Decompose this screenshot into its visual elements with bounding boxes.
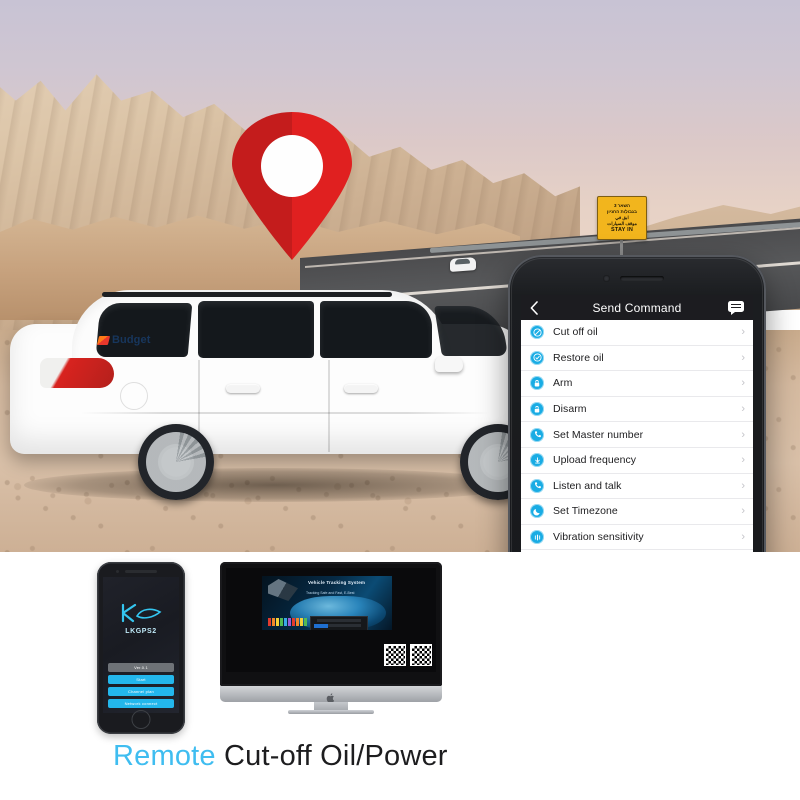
command-label: Vibration sensitivity	[553, 531, 644, 544]
sign-line-hebrew-1: השאר 3	[613, 203, 631, 208]
phone-master-icon	[530, 427, 544, 442]
page-title: Send Command	[592, 300, 682, 315]
qr-code-2	[410, 644, 432, 666]
mini-phone-button-channel-plan[interactable]: Channel plan	[108, 687, 174, 696]
oil-cutoff-icon	[530, 325, 544, 340]
tagline-rest: Cut-off Oil/Power	[215, 740, 448, 772]
mini-phone-button-version[interactable]: Ver.0.1	[108, 663, 174, 672]
sign-line-arabic-1: ابق في	[615, 215, 629, 220]
white-car: Budget	[10, 272, 536, 502]
site-subtitle: Tracking Safe and Fast, E-Best	[306, 591, 355, 595]
command-label: Disarm	[553, 403, 587, 416]
command-row-upload-frequency[interactable]: Upload frequency ›	[521, 447, 753, 474]
qr-code-1	[384, 644, 406, 666]
road-sign: השאר 3 בגבולות החניון ابق في موقف السيار…	[597, 196, 647, 240]
front-door-window	[320, 301, 432, 358]
chevron-right-icon: ›	[741, 377, 745, 390]
budget-decal-text: Budget	[112, 334, 151, 346]
chevron-right-icon: ›	[741, 454, 745, 467]
rear-wheel	[138, 424, 214, 500]
chevron-right-icon: ›	[741, 531, 745, 544]
command-row-set-master-number[interactable]: Set Master number ›	[521, 422, 753, 448]
moon-timezone-icon	[530, 504, 544, 519]
command-label: Set Master number	[553, 428, 644, 441]
roof-rail	[102, 292, 392, 297]
map-pin-marker	[232, 112, 352, 260]
chevron-right-icon: ›	[741, 428, 745, 441]
door-seam-front	[328, 360, 330, 452]
rear-door-window	[198, 301, 314, 358]
car-ground-shadow	[24, 468, 524, 502]
mini-phone-home-button[interactable]	[131, 710, 151, 729]
mini-phone-speaker	[116, 570, 157, 573]
fuel-cap	[120, 382, 148, 410]
mini-phone-brand: LKGPS2	[125, 628, 157, 635]
command-row-vibration-sensitivity[interactable]: Vibration sensitivity ›	[521, 524, 753, 551]
arm-lock-icon	[530, 376, 544, 391]
back-chevron-icon[interactable]	[530, 300, 548, 315]
vibration-sensor-icon	[530, 530, 544, 545]
door-handle-front	[344, 384, 378, 393]
command-label: Upload frequency	[553, 454, 637, 467]
command-row-restore-oil[interactable]: Restore oil ›	[521, 345, 753, 372]
tagline: Remote Cut-off Oil/Power	[113, 740, 448, 773]
budget-logo-icon	[96, 335, 111, 345]
chat-bubble-icon[interactable]	[728, 301, 744, 315]
mini-phone-mockup: LKGPS2 Ver.0.1 Start Channel plan Networ…	[97, 562, 185, 734]
body-crease	[80, 412, 490, 414]
oil-restore-icon	[530, 350, 544, 365]
tagline-highlight: Remote	[113, 740, 216, 772]
imac-stand-neck	[314, 702, 348, 710]
lkgps-logo: LKGPS2	[103, 603, 179, 635]
sign-line-english: STAY IN	[610, 227, 634, 233]
promo-image-root: השאר 3 בגבולות החניון ابق في موقف السيار…	[0, 0, 800, 800]
mini-phone-screen: LKGPS2 Ver.0.1 Start Channel plan Networ…	[103, 577, 179, 713]
chevron-right-icon: ›	[741, 326, 745, 339]
command-label: Cut off oil	[553, 326, 598, 339]
color-swatch-row	[268, 618, 307, 626]
side-mirror	[435, 356, 463, 372]
chevron-right-icon: ›	[741, 505, 745, 518]
chevron-right-icon: ›	[741, 351, 745, 364]
road-sign-post	[620, 238, 623, 256]
app-navbar: Send Command	[521, 295, 753, 320]
door-handle-rear	[226, 384, 260, 393]
listen-talk-icon	[530, 478, 544, 493]
tracking-website: Vehicle Tracking System Tracking Safe an…	[262, 576, 392, 630]
mini-phone-button-network-connect[interactable]: Network connect	[108, 699, 174, 708]
command-label: Listen and talk	[553, 479, 622, 492]
command-row-arm[interactable]: Arm ›	[521, 371, 753, 397]
sign-line-hebrew-2: בגבולות החניון	[607, 209, 637, 214]
map-pin-center	[261, 135, 323, 197]
budget-decal: Budget	[96, 334, 151, 346]
windshield	[434, 306, 508, 356]
mini-phone-button-start[interactable]: Start	[108, 675, 174, 684]
command-row-disarm[interactable]: Disarm ›	[521, 396, 753, 423]
command-row-cut-off-oil[interactable]: Cut off oil ›	[521, 320, 753, 346]
tail-light	[40, 358, 114, 388]
site-title: Vehicle Tracking System	[308, 580, 366, 585]
command-label: Arm	[553, 377, 573, 390]
rear-quarter-window	[95, 303, 193, 357]
chevron-right-icon: ›	[741, 403, 745, 416]
imac-mockup: Vehicle Tracking System Tracking Safe an…	[220, 562, 442, 714]
sign-line-arabic-2: موقف السيارات	[607, 221, 637, 226]
satellite-graphic	[268, 579, 298, 601]
chevron-right-icon: ›	[741, 479, 745, 492]
earpiece-speaker	[620, 276, 664, 281]
disarm-unlock-icon	[530, 402, 544, 417]
login-button[interactable]	[314, 624, 328, 628]
apple-logo-icon	[326, 690, 336, 703]
imac-stand-foot	[288, 710, 374, 714]
command-row-set-timezone[interactable]: Set Timezone ›	[521, 499, 753, 525]
command-label: Set Timezone	[553, 505, 618, 518]
upload-arrow-icon	[530, 453, 544, 468]
panel-right-margin	[786, 552, 800, 800]
command-row-listen-and-talk[interactable]: Listen and talk ›	[521, 473, 753, 500]
distant-car	[450, 257, 476, 272]
imac-screen: Vehicle Tracking System Tracking Safe an…	[226, 568, 436, 672]
command-label: Restore oil	[553, 351, 604, 364]
front-camera-icon	[603, 275, 610, 282]
